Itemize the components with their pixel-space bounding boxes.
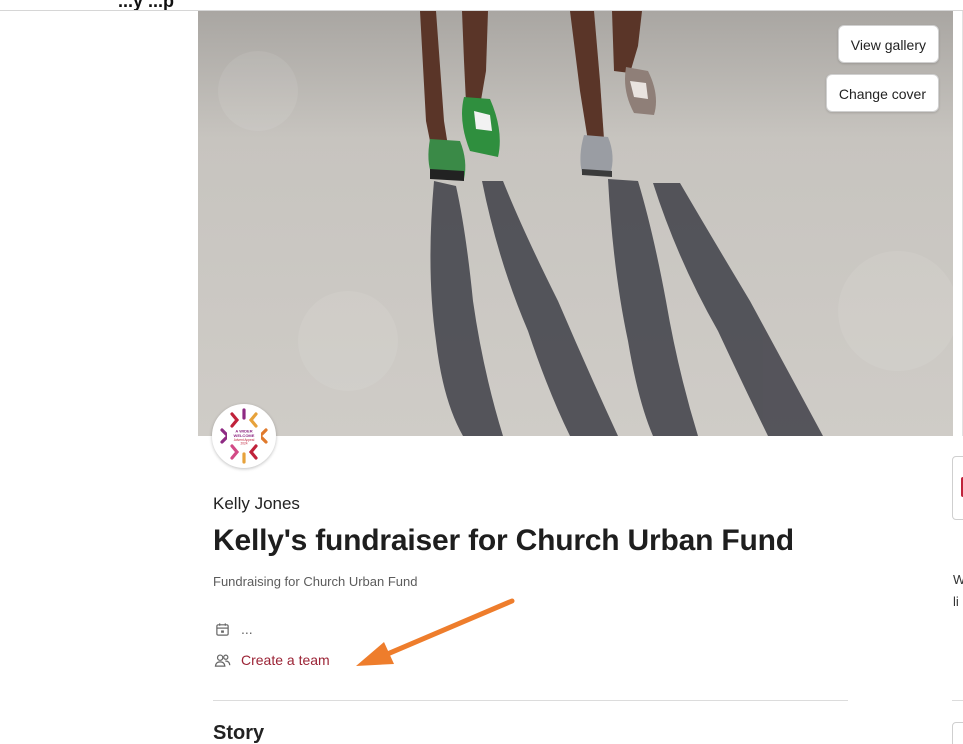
date-text: ... bbox=[241, 621, 253, 637]
sidebar-box-partial[interactable] bbox=[952, 722, 963, 744]
a-wider-welcome-logo: A WIDER WELCOME Advent Appeal 2024 bbox=[214, 406, 274, 466]
view-gallery-button[interactable]: View gallery bbox=[837, 25, 939, 63]
date-row: ... bbox=[213, 620, 253, 638]
people-icon bbox=[213, 651, 231, 669]
charity-logo-avatar[interactable]: A WIDER WELCOME Advent Appeal 2024 bbox=[212, 404, 276, 468]
top-header-strip: ...y ...p bbox=[0, 0, 963, 11]
cover-image: View gallery Change cover bbox=[198, 11, 953, 436]
fundraising-for-text: Fundraising for Church Urban Fund bbox=[213, 574, 418, 589]
section-divider bbox=[213, 700, 848, 701]
orange-pointer-arrow bbox=[356, 598, 515, 666]
create-a-team-link[interactable]: Create a team bbox=[241, 652, 330, 668]
story-heading: Story bbox=[213, 722, 265, 744]
page-title: Kelly's fundraiser for Church Urban Fund bbox=[213, 524, 794, 557]
calendar-icon bbox=[213, 620, 231, 638]
sidebar-partial-text: W li bbox=[953, 569, 963, 613]
logo-line-4: 2024 bbox=[240, 442, 247, 446]
sidebar-text-line-2: li bbox=[953, 594, 959, 609]
change-cover-button[interactable]: Change cover bbox=[825, 74, 939, 112]
organiser-name[interactable]: Kelly Jones bbox=[213, 494, 300, 514]
sidebar-card-partial bbox=[952, 456, 963, 520]
create-team-row[interactable]: Create a team bbox=[213, 651, 330, 669]
sidebar-divider bbox=[952, 700, 963, 701]
header-partial-text: ...y ...p bbox=[118, 0, 175, 11]
sidebar-text-line-1: W bbox=[953, 572, 963, 587]
